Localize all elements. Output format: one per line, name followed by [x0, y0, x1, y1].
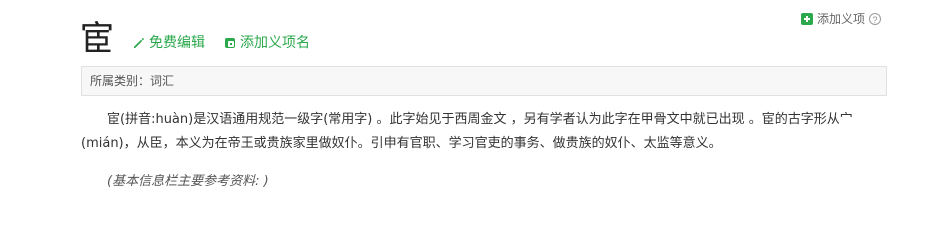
page: 添加义项 ? 宦 免费编辑 添加义项名 所属类别：词汇 宦(拼音:huàn)是汉… — [0, 0, 938, 202]
add-item-label[interactable]: 添加义项 — [817, 10, 865, 27]
free-edit-label[interactable]: 免费编辑 — [149, 33, 205, 53]
add-name-link[interactable]: 添加义项名 — [223, 33, 310, 53]
page-title: 宦 — [80, 19, 114, 59]
pencil-icon — [134, 37, 145, 48]
help-icon[interactable]: ? — [869, 12, 882, 25]
plus-icon — [801, 12, 813, 25]
add-name-label[interactable]: 添加义项名 — [240, 33, 310, 53]
title-row: 宦 免费编辑 添加义项名 — [80, 20, 328, 58]
summary-paragraph: 宦(拼音:huàn)是汉语通用规范一级字(常用字) 。此字始见于西周金文 ，另有… — [81, 112, 853, 151]
category-bar: 所属类别：词汇 — [81, 66, 887, 96]
category-text: 所属类别：词汇 — [90, 74, 175, 88]
tag-icon — [225, 38, 235, 48]
free-edit-link[interactable]: 免费编辑 — [132, 33, 205, 53]
add-item-control[interactable]: 添加义项 ? — [801, 10, 882, 27]
summary-content: 宦(拼音:huàn)是汉语通用规范一级字(常用字) 。此字始见于西周金文 ，另有… — [81, 108, 889, 156]
reference-note: (基本信息栏主要参考资料: ) — [107, 174, 269, 189]
